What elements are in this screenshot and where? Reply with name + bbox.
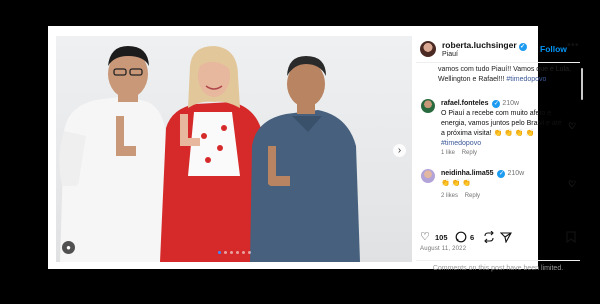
action-bar: ♡ 105 6 — [416, 230, 580, 246]
comment-likes[interactable]: 1 like — [441, 150, 455, 156]
post-header: roberta.luchsinger ✓ Piauí Follow ••• — [416, 36, 580, 62]
verified-badge-icon: ✓ — [492, 100, 501, 108]
comment-item: rafael.fonteles ✓ 210w O Piauí a recebe … — [441, 99, 567, 149]
comment-text: 👏 👏 👏 — [441, 180, 472, 187]
heart-icon[interactable]: ♡ — [568, 179, 576, 190]
carousel-dot[interactable] — [241, 251, 245, 254]
caption-hashtag[interactable]: #timedopovo — [506, 76, 546, 83]
repost-icon[interactable] — [483, 231, 495, 243]
reply-button[interactable]: Reply — [465, 193, 480, 199]
more-options-icon[interactable]: ••• — [567, 40, 579, 51]
post-dialog: › ● roberta.luchsinger ✓ Piauí Follow •••… — [48, 26, 583, 272]
comment-username[interactable]: neidinha.lima55 — [441, 170, 494, 177]
comment-text: O Piauí a recebe com muito afeto e energ… — [441, 110, 562, 137]
comment-avatar[interactable] — [421, 169, 435, 183]
heart-icon[interactable]: ♡ — [568, 121, 576, 132]
likes-count[interactable]: 105 — [435, 233, 448, 242]
comments-count[interactable]: 6 — [470, 233, 474, 242]
author-username[interactable]: roberta.luchsinger ✓ — [442, 40, 527, 51]
carousel-dot[interactable] — [235, 251, 239, 254]
bookmark-icon[interactable] — [566, 231, 576, 243]
post-photo — [59, 46, 360, 262]
person-right — [250, 56, 360, 262]
next-slide-button[interactable]: › — [393, 144, 406, 157]
heart-icon[interactable]: ♡ — [420, 230, 430, 243]
share-icon[interactable] — [500, 231, 512, 243]
comment-likes[interactable]: 2 likes — [441, 193, 458, 199]
author-avatar[interactable] — [420, 41, 436, 57]
comment-hashtag[interactable]: #timedopovo — [441, 139, 567, 149]
comment-meta: 1 like Reply — [441, 150, 477, 156]
comment-avatar[interactable] — [421, 99, 435, 113]
header-divider — [416, 62, 580, 63]
verified-badge-icon: ✓ — [497, 170, 506, 178]
post-media[interactable]: › ● — [56, 36, 412, 262]
carousel-dot[interactable] — [247, 251, 251, 254]
verified-badge-icon: ✓ — [518, 43, 527, 51]
comment-meta: 2 likes Reply — [441, 193, 480, 199]
carousel-dot[interactable] — [223, 251, 227, 254]
reply-button[interactable]: Reply — [462, 150, 477, 156]
comment-time: 210w — [502, 100, 520, 107]
person-left — [59, 46, 168, 262]
post-location[interactable]: Piauí — [442, 51, 458, 58]
post-date: August 11, 2022 — [420, 246, 467, 252]
carousel-dot[interactable] — [217, 251, 221, 254]
comment-item: neidinha.lima55 ✓ 210w 👏 👏 👏 — [441, 169, 567, 189]
comment-time: 210w — [507, 170, 525, 177]
carousel-dot[interactable] — [229, 251, 233, 254]
post-caption: vamos com tudo Piauí!! Vamos que é Lula,… — [438, 66, 571, 83]
carousel-indicator — [56, 251, 412, 254]
comment-icon[interactable] — [455, 231, 467, 243]
follow-button[interactable]: Follow — [540, 44, 567, 54]
comments-scrollbar[interactable] — [581, 68, 583, 100]
comments-list: vamos com tudo Piauí!! Vamos que é Lula,… — [416, 65, 580, 217]
comment-username[interactable]: rafael.fonteles — [441, 100, 488, 107]
comments-limited-notice: Comments on this post have been limited. — [416, 260, 580, 272]
post-sidebar: roberta.luchsinger ✓ Piauí Follow ••• vam… — [416, 36, 583, 272]
